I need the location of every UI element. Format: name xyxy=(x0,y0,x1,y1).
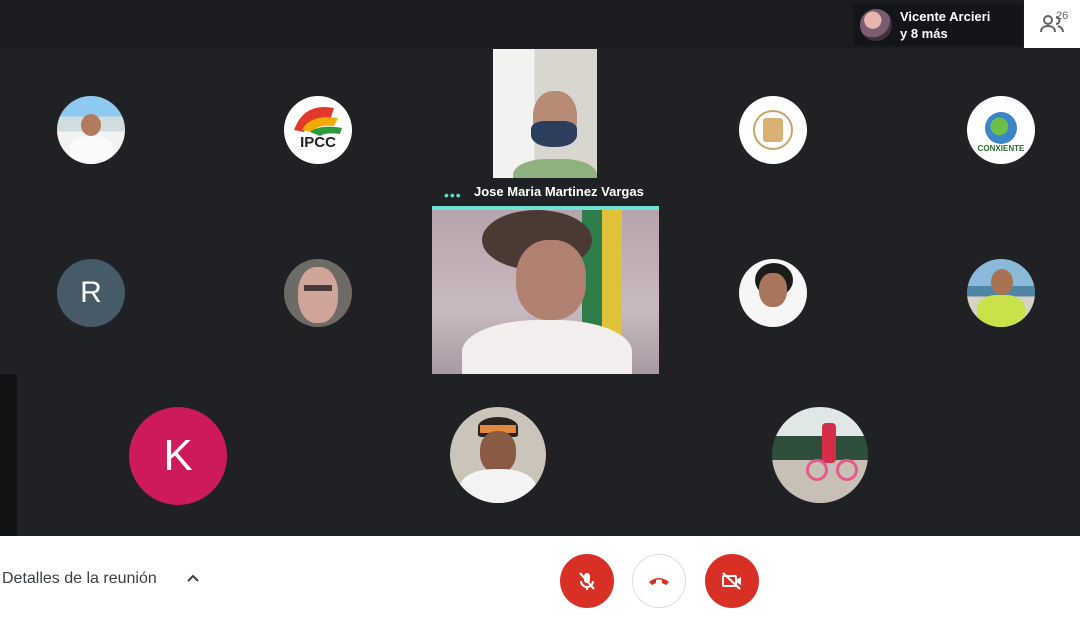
bottom-bar: Detalles de la reunión xyxy=(0,536,1080,624)
participant-avatar-woman-headband[interactable] xyxy=(450,407,546,503)
speaker-name-bar: ••• Jose Maria Martinez Vargas xyxy=(432,178,659,206)
presenter-name: Vicente Arcieri xyxy=(900,9,991,24)
participant-avatar-woman-mask[interactable] xyxy=(284,259,352,327)
people-button[interactable]: 26 xyxy=(1024,0,1080,48)
camera-toggle-button[interactable] xyxy=(705,554,759,608)
participant-avatar-bicycle[interactable] xyxy=(772,407,868,503)
camera-off-icon xyxy=(722,572,741,590)
ipcc-logo-text: IPCC xyxy=(300,134,336,151)
presenter-chip[interactable]: Vicente Arcieri y 8 más xyxy=(853,4,1023,46)
mic-off-icon xyxy=(579,572,595,590)
participant-logo-conxiente[interactable]: CONXIENTE xyxy=(967,96,1035,164)
participant-avatar-k[interactable]: K xyxy=(129,407,227,505)
participant-avatar-woman-smile[interactable] xyxy=(739,259,807,327)
participant-avatar-man-beach[interactable] xyxy=(57,96,125,164)
speaker-name: Jose Maria Martinez Vargas xyxy=(474,184,644,199)
video-feed-man-mask[interactable] xyxy=(493,49,597,191)
mute-microphone-button[interactable] xyxy=(560,554,614,608)
conxiente-logo-text: CONXIENTE xyxy=(977,144,1025,153)
participant-logo-seal[interactable] xyxy=(739,96,807,164)
video-feed-woman[interactable] xyxy=(432,210,659,374)
presenter-more: y 8 más xyxy=(900,26,948,41)
grid-edge xyxy=(0,374,17,536)
avatar-initial-k: K xyxy=(163,431,193,480)
presenter-avatar xyxy=(860,9,892,41)
meeting-details-button[interactable]: Detalles de la reunión xyxy=(2,570,157,588)
participant-logo-ipcc[interactable]: IPCC xyxy=(284,96,352,164)
avatar-initial-r: R xyxy=(80,276,102,309)
participant-avatar-r[interactable]: R xyxy=(57,259,125,327)
chevron-up-icon[interactable] xyxy=(186,573,200,583)
participant-avatar-man-sea[interactable] xyxy=(967,259,1035,327)
speaking-indicator: ••• xyxy=(444,187,462,203)
hang-up-icon xyxy=(649,578,669,585)
hang-up-button[interactable] xyxy=(632,554,686,608)
people-count: 26 xyxy=(1056,10,1069,22)
